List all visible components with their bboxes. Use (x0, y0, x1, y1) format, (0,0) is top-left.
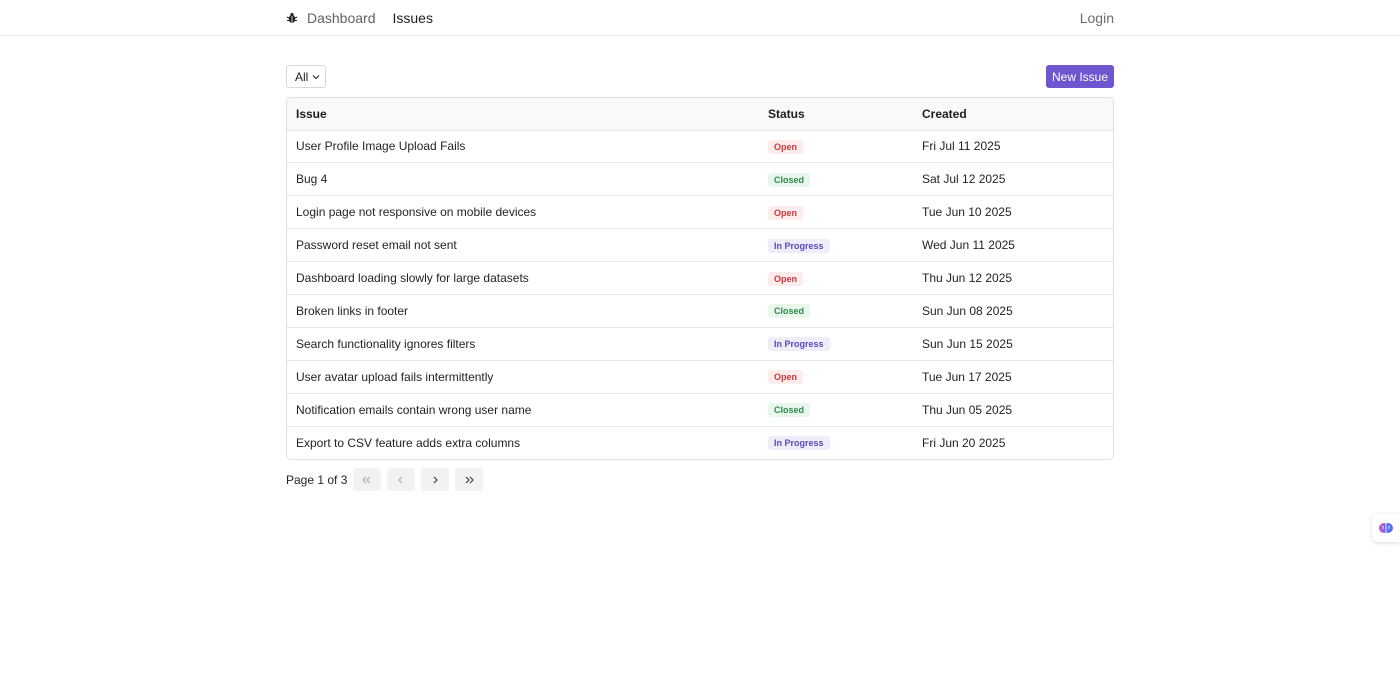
created-date: Tue Jun 10 2025 (922, 205, 1012, 220)
last-page-button[interactable] (455, 468, 484, 491)
header-created[interactable]: Created (913, 98, 1113, 130)
issues-toolbar: All New Issue (286, 65, 1114, 88)
created-date: Sun Jun 08 2025 (922, 303, 1013, 318)
table-body: User Profile Image Upload Fails Open Fri J… (287, 130, 1113, 459)
brain-icon (1379, 523, 1393, 533)
created-date: Fri Jul 11 2025 (922, 139, 1001, 154)
status-badge: Closed (768, 172, 811, 187)
issue-title-link[interactable]: Password reset email not sent (287, 229, 759, 262)
status-cell: Open (759, 130, 913, 163)
status-cell: In Progress (759, 229, 913, 262)
table-row[interactable]: Export to CSV feature adds extra columns… (287, 426, 1113, 459)
header-issue[interactable]: Issue (287, 98, 759, 130)
pagination: Page 1 of 3 (286, 468, 489, 491)
status-cell: In Progress (759, 426, 913, 459)
status-filter-select[interactable]: All (286, 65, 326, 88)
top-navbar: Dashboard Issues Login (0, 0, 1400, 36)
issue-title-link[interactable]: Export to CSV feature adds extra columns (287, 426, 759, 459)
table-row[interactable]: Notification emails contain wrong user n… (287, 393, 1113, 426)
status-badge: In Progress (768, 238, 830, 253)
table-row[interactable]: Login page not responsive on mobile devi… (287, 195, 1113, 229)
page-indicator: Page 1 of 3 (286, 472, 348, 487)
created-date: Sat Jul 12 2025 (922, 172, 1006, 187)
created-date: Tue Jun 17 2025 (922, 369, 1012, 384)
next-page-button[interactable] (421, 468, 450, 491)
issue-title-link[interactable]: Dashboard loading slowly for large datas… (287, 262, 759, 295)
chevron-right-icon (434, 476, 439, 483)
status-badge: Open (768, 271, 804, 286)
login-link[interactable]: Login (1080, 10, 1114, 26)
floating-assistant-widget[interactable] (1372, 514, 1400, 542)
created-date: Thu Jun 12 2025 (922, 271, 1013, 285)
new-issue-button[interactable]: New Issue (1046, 65, 1114, 88)
issue-title-link[interactable]: Notification emails contain wrong user n… (287, 393, 759, 426)
status-badge: In Progress (768, 436, 830, 451)
status-cell: Open (759, 262, 913, 295)
created-date: Fri Jun 20 2025 (922, 435, 1006, 450)
table-row[interactable]: Password reset email not sent In Progress… (287, 228, 1113, 262)
status-cell: Closed (759, 294, 913, 327)
filter-value: All (295, 69, 309, 84)
table-row[interactable]: Broken links in footer Closed Sun Jun 08 2… (287, 294, 1113, 327)
status-badge: In Progress (768, 337, 830, 352)
issue-title-link[interactable]: Login page not responsive on mobile devi… (287, 196, 759, 229)
status-badge: Open (768, 205, 804, 220)
issue-title-link[interactable]: User avatar upload fails intermittently (287, 360, 759, 393)
nav-link-dashboard[interactable]: Dashboard (307, 10, 376, 26)
created-date: Wed Jun 11 2025 (922, 238, 1015, 253)
issue-title-link[interactable]: Bug 4 (287, 163, 759, 196)
status-cell: Closed (759, 163, 913, 196)
table-header-row: Issue Status Created (287, 98, 1113, 130)
prev-page-button[interactable] (387, 468, 416, 491)
issue-title-link[interactable]: Broken links in footer (287, 294, 759, 327)
table-row[interactable]: Dashboard loading slowly for large datas… (287, 261, 1113, 295)
table-row[interactable]: Search functionality ignores filters In P… (287, 327, 1113, 360)
table-row[interactable]: User avatar upload fails intermittently O… (287, 360, 1113, 393)
nav-link-issues[interactable]: Issues (393, 10, 433, 26)
status-cell: In Progress (759, 327, 913, 360)
created-date: Thu Jun 05 2025 (922, 402, 1013, 417)
issues-table: Issue Status Created User Profile Image … (286, 97, 1114, 460)
table-row[interactable]: User Profile Image Upload Fails Open Fri J… (287, 130, 1113, 163)
double-chevron-right-icon (466, 476, 475, 483)
status-cell: Open (759, 360, 913, 393)
status-badge: Open (768, 139, 804, 154)
table-row[interactable]: Bug 4 Closed Sat Jul 12 2025 (287, 162, 1113, 196)
status-cell: Open (759, 196, 913, 229)
navbar-inner: Dashboard Issues Login (286, 0, 1114, 36)
created-date: Sun Jun 15 2025 (922, 336, 1013, 351)
chevron-left-icon (398, 476, 403, 483)
issue-title-link[interactable]: Search functionality ignores filters (287, 327, 759, 360)
status-badge: Closed (768, 403, 811, 418)
first-page-button[interactable] (353, 468, 382, 491)
status-badge: Open (768, 370, 804, 385)
issue-title-link[interactable]: User Profile Image Upload Fails (287, 130, 759, 163)
double-chevron-left-icon (362, 476, 371, 483)
status-badge: Closed (768, 304, 811, 319)
chevron-down-icon (312, 74, 320, 79)
bug-icon[interactable] (286, 12, 298, 24)
status-cell: Closed (759, 393, 913, 426)
header-status[interactable]: Status (759, 98, 913, 130)
